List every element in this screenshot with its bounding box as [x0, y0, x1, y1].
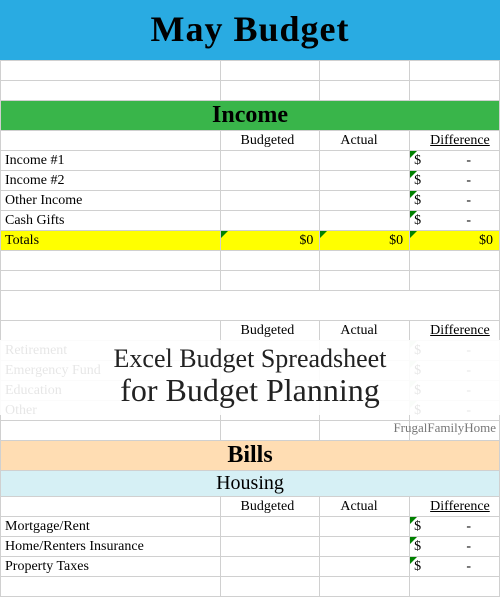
cell[interactable]: [320, 557, 410, 577]
income-section-header: Income: [1, 101, 500, 131]
cell[interactable]: [220, 517, 320, 537]
col-difference-header: Difference: [410, 321, 500, 341]
bills-section-header: Bills: [1, 441, 500, 471]
overlay-line2: for Budget Planning: [0, 372, 500, 409]
income-totals-actual: $0: [320, 231, 410, 251]
bills-row-label[interactable]: Mortgage/Rent: [1, 517, 221, 537]
cell[interactable]: [220, 151, 320, 171]
diff-cell[interactable]: $-: [410, 211, 500, 231]
diff-cell[interactable]: $-: [410, 517, 500, 537]
cell[interactable]: [320, 537, 410, 557]
bills-row-label[interactable]: .: [1, 577, 221, 597]
cell[interactable]: [320, 211, 410, 231]
watermark: FrugalFamilyHome: [393, 420, 496, 436]
overlay-title: Excel Budget Spreadsheet for Budget Plan…: [0, 340, 500, 415]
col-difference-header: Difference: [410, 131, 500, 151]
bills-row-label[interactable]: Property Taxes: [1, 557, 221, 577]
diff-cell[interactable]: $-: [410, 191, 500, 211]
cell[interactable]: [320, 517, 410, 537]
col-budgeted-header: Budgeted: [220, 131, 320, 151]
income-totals-label: Totals: [1, 231, 221, 251]
savings-section-header: [1, 291, 500, 321]
income-row-label[interactable]: Income #2: [1, 171, 221, 191]
diff-cell[interactable]: $-: [410, 171, 500, 191]
cell[interactable]: [320, 191, 410, 211]
page-title-banner: May Budget: [0, 0, 500, 60]
cell[interactable]: [220, 211, 320, 231]
diff-cell[interactable]: $-: [410, 557, 500, 577]
income-totals-budgeted: $0: [220, 231, 320, 251]
cell[interactable]: [320, 151, 410, 171]
income-row-label[interactable]: Cash Gifts: [1, 211, 221, 231]
spreadsheet-table: Income Budgeted Actual Difference Income…: [0, 60, 500, 597]
housing-sub-header: Housing: [1, 471, 500, 497]
diff-cell[interactable]: [410, 577, 500, 597]
bills-row-label[interactable]: Home/Renters Insurance: [1, 537, 221, 557]
cell[interactable]: [220, 537, 320, 557]
overlay-line1: Excel Budget Spreadsheet: [0, 344, 500, 374]
income-totals-difference: $0: [410, 231, 500, 251]
col-actual-header: Actual: [320, 497, 410, 517]
col-budgeted-header: Budgeted: [220, 321, 320, 341]
cell[interactable]: [220, 171, 320, 191]
col-actual-header: Actual: [320, 131, 410, 151]
col-difference-header: Difference: [410, 497, 500, 517]
cell[interactable]: [320, 577, 410, 597]
cell[interactable]: [220, 577, 320, 597]
diff-cell[interactable]: $-: [410, 151, 500, 171]
diff-cell[interactable]: $-: [410, 537, 500, 557]
cell[interactable]: [220, 557, 320, 577]
income-row-label[interactable]: Income #1: [1, 151, 221, 171]
col-budgeted-header: Budgeted: [220, 497, 320, 517]
cell[interactable]: [220, 191, 320, 211]
income-row-label[interactable]: Other Income: [1, 191, 221, 211]
cell[interactable]: [320, 171, 410, 191]
col-actual-header: Actual: [320, 321, 410, 341]
